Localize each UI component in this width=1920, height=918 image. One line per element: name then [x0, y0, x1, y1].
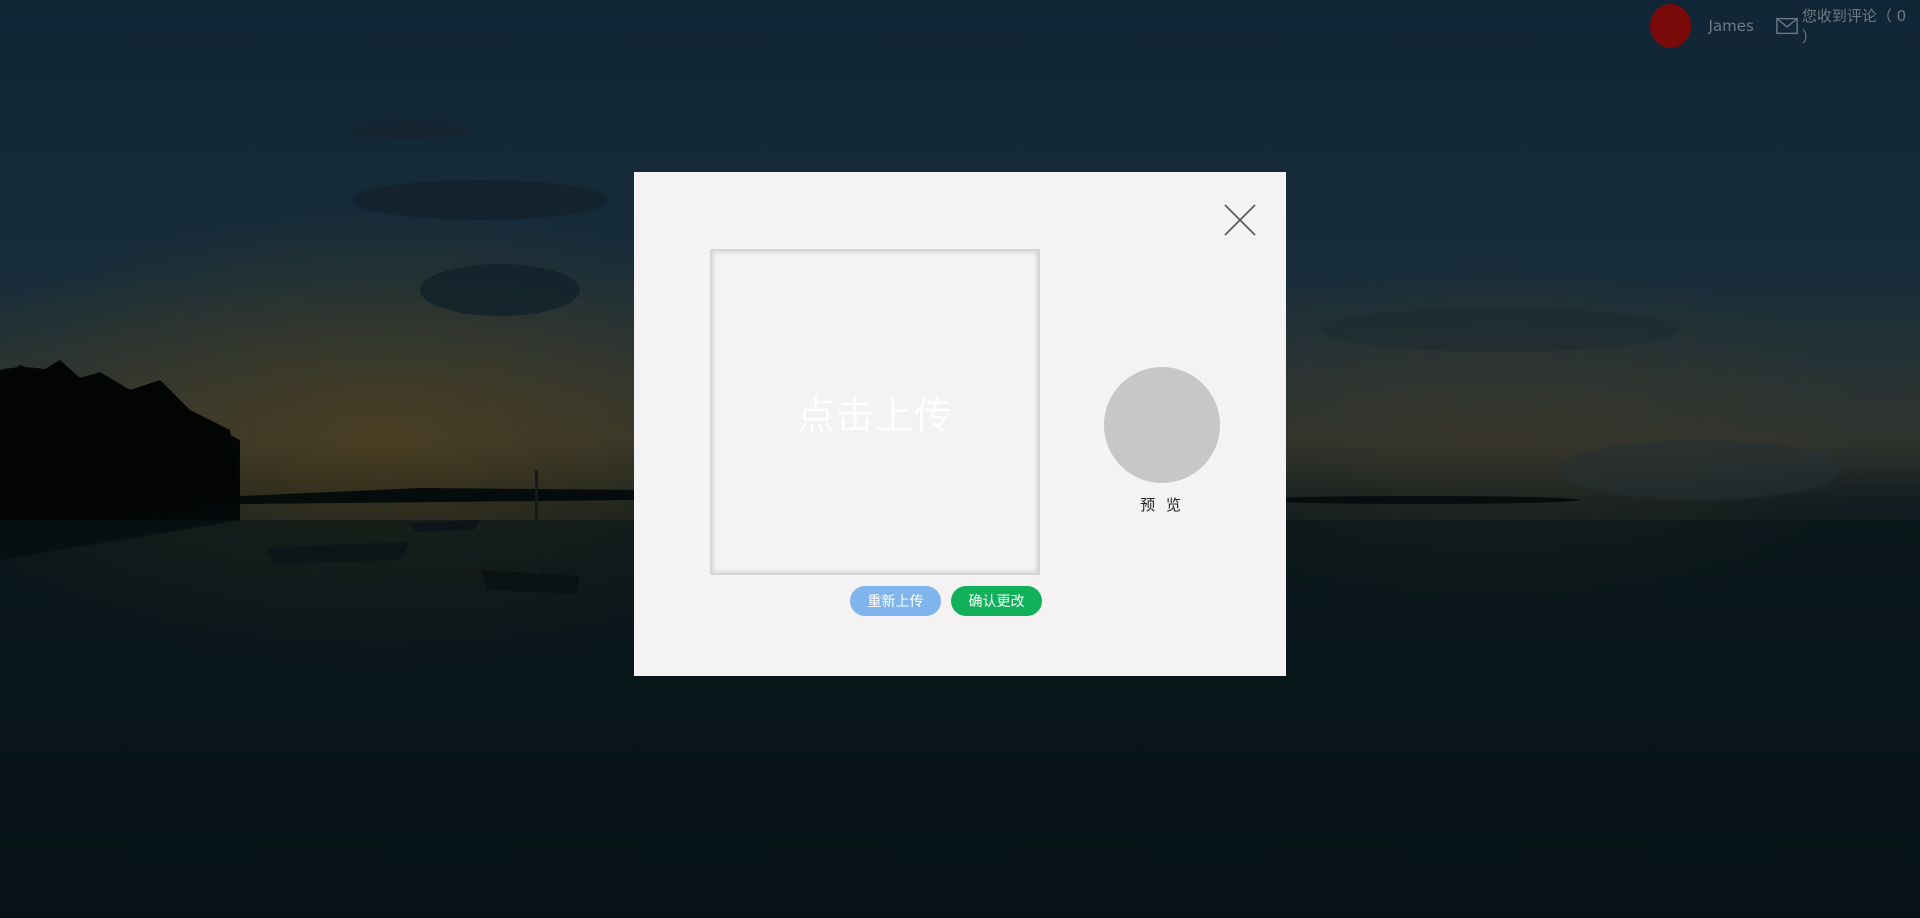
close-icon	[1224, 204, 1256, 236]
close-button[interactable]	[1223, 203, 1257, 237]
user-bar: James 您收到评论（ 0 ）	[1650, 0, 1920, 52]
upload-label: 点击上传	[796, 393, 953, 438]
comments-link[interactable]: 您收到评论（ 0 ）	[1776, 5, 1916, 47]
username[interactable]: James	[1709, 17, 1754, 35]
reupload-button[interactable]: 重新上传	[850, 586, 941, 616]
avatar-preview	[1104, 367, 1220, 483]
confirm-change-button[interactable]: 确认更改	[951, 586, 1042, 616]
avatar-upload-modal: 点击上传 预 览 重新上传 确认更改	[634, 172, 1286, 676]
avatar[interactable]	[1650, 4, 1691, 48]
upload-area[interactable]: 点击上传	[710, 249, 1040, 575]
preview-label: 预 览	[1140, 496, 1184, 514]
comments-label: 您收到评论（ 0 ）	[1801, 7, 1907, 46]
mail-icon	[1776, 17, 1798, 35]
